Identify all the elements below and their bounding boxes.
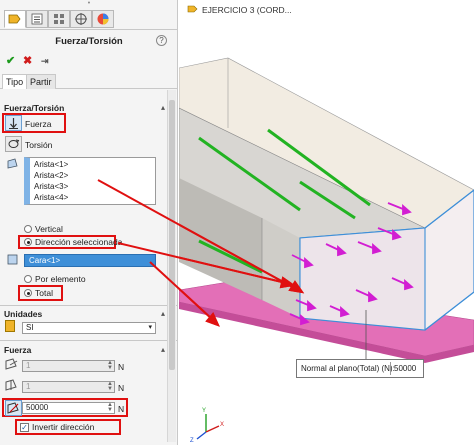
radio-selected-direction[interactable] [24,238,32,246]
radio-vertical[interactable] [24,225,32,233]
orientation-triad: Y X Z [190,408,224,444]
list-item[interactable]: Arista<4> [34,192,151,203]
torsion-label: Torsión [25,140,53,150]
panel-tab-bar [0,8,177,30]
check-icon[interactable]: ✔ [6,54,15,67]
appearance-tab[interactable] [92,10,114,28]
feature-tree-icon [8,14,21,24]
unit-label: N [118,404,125,414]
normal-force-input[interactable]: 50000 ▲ ▼ [22,402,115,414]
configuration-manager-tab[interactable] [48,10,70,28]
selected-entities-list[interactable]: Arista<1> Arista<2> Arista<3> Arista<4> [24,157,156,205]
direction-2-icon [4,378,21,394]
units-value: SI [26,323,34,332]
spinner-icon[interactable]: ▲ ▼ [107,402,113,413]
configuration-icon [54,14,64,24]
callout-value[interactable]: 50000 [390,362,416,375]
callout-label: Normal al plano(Total) (N): [301,364,395,373]
collapse-caret-icon[interactable]: ▴ [161,345,165,354]
appearance-icon [97,13,109,25]
spinner-icon[interactable]: ▲ ▼ [107,360,113,371]
force-component-2-input[interactable]: 1 ▲ ▼ [22,381,115,393]
unit-label: N [118,362,125,372]
component-2-value: 1 [26,382,31,391]
graphics-viewport[interactable]: Y X Z [179,0,474,445]
part-icon [187,5,198,13]
torsion-icon [8,139,20,148]
direction-face-field[interactable]: Cara<1> [24,254,156,267]
vertical-label: Vertical [35,224,63,234]
units-dropdown[interactable]: SI ▾ [22,322,156,334]
selected-direction-label: Dirección seleccionada [35,237,123,247]
svg-text:Z: Z [190,438,194,444]
panel-scrollbar[interactable] [167,90,176,442]
force-label: Fuerza [25,119,52,129]
property-list-icon [31,13,43,25]
question-icon[interactable]: ? [156,35,167,46]
page-title: Fuerza/Torsión [55,36,123,47]
unit-label: N [118,383,125,393]
list-item[interactable]: Arista<1> [34,159,151,170]
reverse-direction-label: Invertir dirección [32,422,95,432]
list-item[interactable]: Arista<3> [34,181,151,192]
svg-text:Y: Y [202,408,206,414]
force-component-1-input[interactable]: 1 ▲ ▼ [22,360,115,372]
breadcrumb-text: EJERCICIO 3 (CORD... [202,5,292,15]
svg-text:X: X [220,422,224,428]
feature-manager-tab[interactable] [4,10,26,28]
per-item-label: Por elemento [35,274,86,284]
chevron-down-icon[interactable]: ▾ [148,323,152,333]
radio-total[interactable] [24,289,32,297]
divider [0,305,177,306]
normal-direction-button[interactable] [5,400,22,416]
group-title-force-torsion: Fuerza/Torsión [4,103,65,113]
edge-selection-icon [5,157,22,173]
normal-force-value: 50000 [26,403,49,412]
property-manager-tab[interactable] [26,10,48,28]
force-callout[interactable]: Normal al plano(Total) (N): 50000 [296,359,424,378]
direction-1-icon [4,357,21,373]
scrollbar-thumb[interactable] [169,100,175,370]
force-type-button[interactable] [5,115,22,131]
normal-plane-icon [7,402,19,414]
component-1-value: 1 [26,361,31,370]
force-arrow-icon [9,118,18,129]
list-item[interactable]: Arista<2> [34,170,151,181]
model-view[interactable]: Y X Z [179,0,474,445]
tab-partir[interactable]: Partir [26,74,56,89]
dimxpert-tab[interactable] [70,10,92,28]
property-manager-panel: • Fuerza/Torsión ? ✔ ✖ ⇥ Tipo Partir Fue… [0,0,178,445]
pushpin-icon[interactable]: ⇥ [41,56,49,67]
dimxpert-icon [75,13,87,25]
spinner-icon[interactable]: ▲ ▼ [107,381,113,392]
torsion-type-button[interactable] [5,136,22,152]
feature-tree-breadcrumb[interactable]: EJERCICIO 3 (CORD... [187,4,292,15]
group-title-force: Fuerza [4,345,32,355]
reverse-direction-checkbox[interactable]: ✓ [20,423,29,432]
collapse-caret-icon[interactable]: ▴ [161,103,165,112]
group-title-units: Unidades [4,309,43,319]
face-selection-icon [5,252,22,268]
total-label: Total [35,288,53,298]
x-icon[interactable]: ✖ [23,54,32,67]
collapse-caret-icon[interactable]: ▴ [161,309,165,318]
divider [0,340,177,341]
panel-grip-icon[interactable]: • [86,0,92,7]
units-icon [5,320,15,332]
tab-tipo[interactable]: Tipo [2,74,28,89]
subtab-bar: Tipo Partir [0,73,177,89]
radio-per-item[interactable] [24,275,32,283]
